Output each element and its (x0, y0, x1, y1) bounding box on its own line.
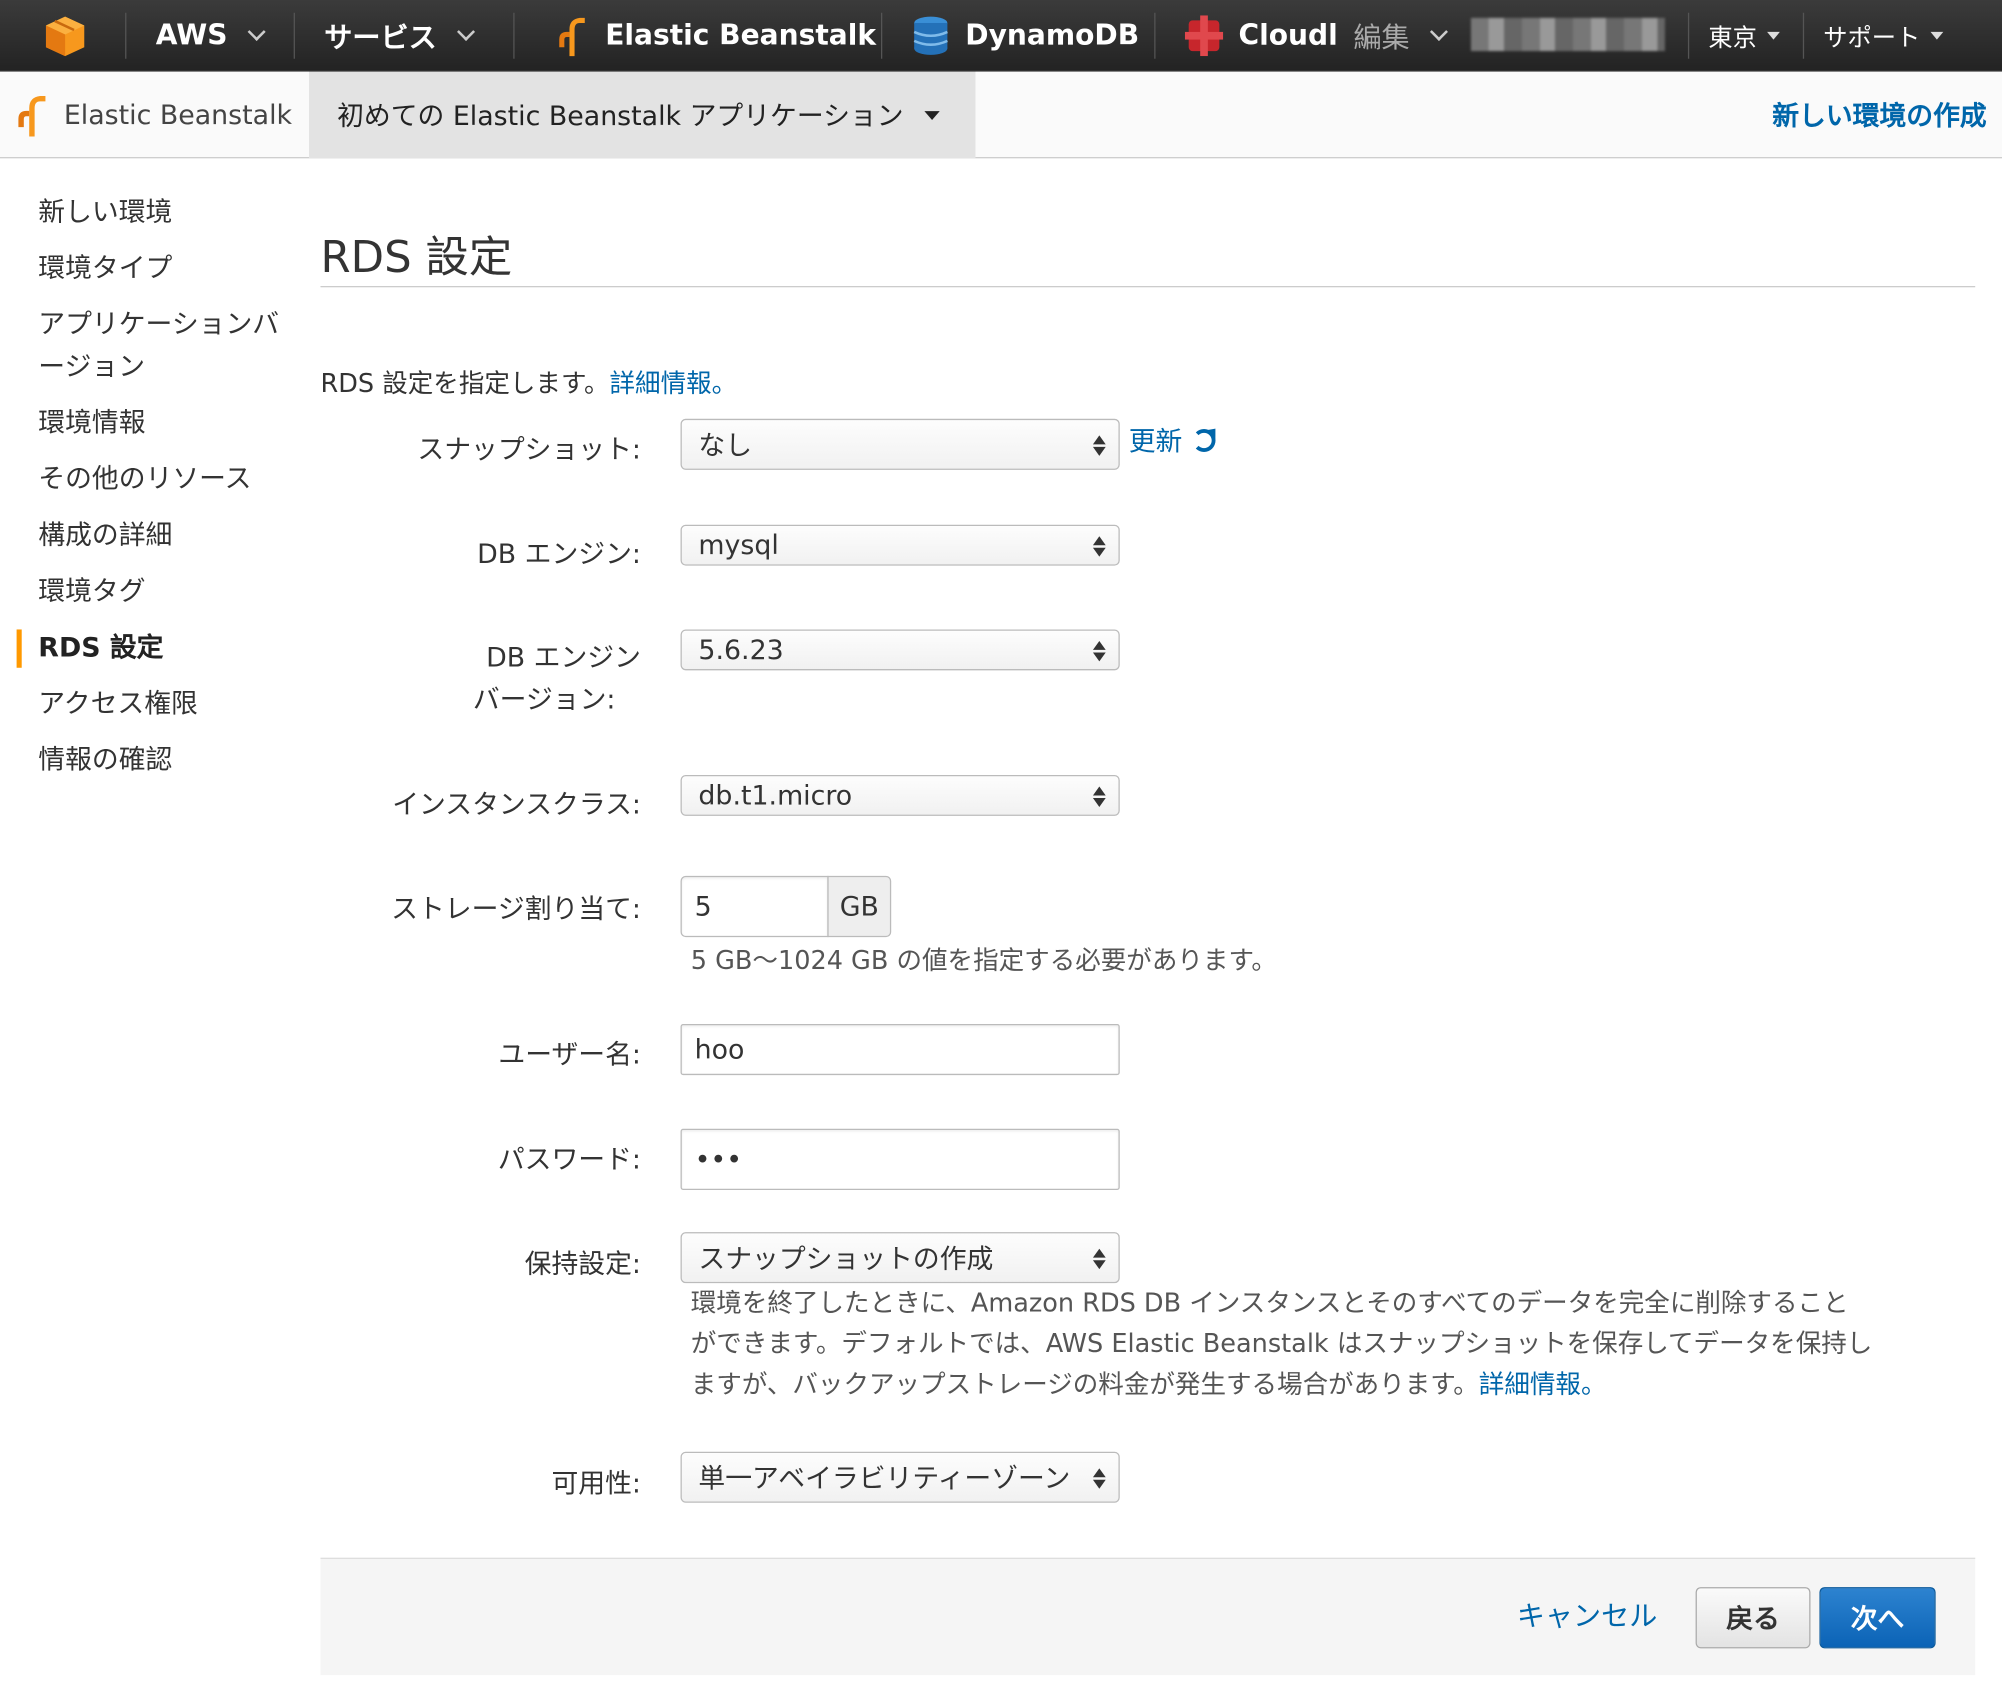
username-label: ユーザー名: (498, 1039, 641, 1070)
cancel-button[interactable]: キャンセル (1517, 1596, 1657, 1639)
snapshot-label: スナップショット: (417, 434, 641, 465)
storage-unit-addon: GB (827, 875, 892, 938)
chevron-down-icon (457, 22, 476, 41)
db-engine-select-value: mysql (698, 529, 779, 561)
select-arrows-icon (1092, 534, 1106, 560)
aws-menu[interactable]: AWS (155, 0, 266, 72)
account-name-redacted[interactable] (1470, 17, 1665, 52)
beanstalk-icon (559, 17, 585, 57)
cloudfront-shortcut-label: Cloudl (1238, 19, 1338, 52)
availability-select-value: 単一アベイラビリティーゾーン (698, 1463, 1071, 1494)
support-menu[interactable]: サポート (1823, 0, 1944, 72)
db-engine-version-label-line1: DB エンジン (486, 642, 641, 673)
db-engine-label: DB エンジン: (477, 538, 641, 570)
beanstalk-logo-icon (18, 95, 46, 137)
select-arrows-icon (1092, 433, 1106, 459)
retention-help-text: 環境を終了したときに、Amazon RDS DB インスタンスとそのすべてのデー… (691, 1282, 1981, 1405)
next-button[interactable]: 次へ (1819, 1587, 1936, 1649)
beanstalk-home-link[interactable]: Elastic Beanstalk (0, 72, 309, 159)
beanstalk-brand-label: Elastic Beanstalk (63, 99, 293, 131)
region-menu[interactable]: 東京 (1708, 0, 1780, 72)
snapshot-select-value: なし (698, 430, 753, 461)
db-engine-version-select-value: 5.6.23 (698, 634, 784, 666)
retention-label: 保持設定: (524, 1248, 641, 1280)
cloudfront-icon (1184, 15, 1224, 57)
sidebar-item-environment-type[interactable]: 環境タイプ (0, 248, 306, 290)
support-menu-label: サポート (1823, 23, 1921, 52)
storage-input[interactable]: 5 (680, 875, 829, 938)
instance-class-label: インスタンスクラス: (392, 789, 641, 820)
sidebar-item-rds-settings[interactable]: RDS 設定 (0, 627, 306, 669)
page: AWS サービス Elastic Beanstalk DynamoDB Clou… (0, 0, 2002, 1685)
top-navigation-bar: AWS サービス Elastic Beanstalk DynamoDB Clou… (0, 0, 2002, 72)
caret-down-icon (1767, 31, 1780, 40)
dynamodb-shortcut[interactable]: DynamoDB (912, 0, 1140, 72)
intro-text: RDS 設定を指定します。詳細情報。 (320, 363, 737, 400)
storage-label: ストレージ割り当て: (391, 893, 641, 925)
intro-description: RDS 設定を指定します。 (320, 367, 610, 399)
retention-help-line3-text: ますが、バックアップストレージの料金が発生する場合があります。 (690, 1368, 1479, 1400)
select-arrows-icon (1092, 784, 1106, 810)
sidebar-item-environment-info[interactable]: 環境情報 (0, 402, 306, 444)
retention-learn-more-link[interactable]: 詳細情報。 (1479, 1369, 1607, 1400)
aws-menu-label: AWS (155, 19, 228, 52)
wizard-steps-sidebar: 新しい環境 環境タイプ アプリケーションバ ージョン 環境情報 その他のリソース… (0, 192, 306, 796)
dynamodb-shortcut-label: DynamoDB (965, 19, 1140, 52)
edit-shortcuts-label: 編集 (1353, 22, 1410, 55)
sidebar-item-review[interactable]: 情報の確認 (0, 739, 306, 781)
sidebar-item-new-environment[interactable]: 新しい環境 (0, 192, 306, 234)
refresh-label: 更新 (1128, 426, 1183, 458)
region-menu-label: 東京 (1708, 23, 1757, 52)
refresh-icon (1192, 429, 1216, 452)
chevron-down-icon (247, 22, 266, 41)
dynamodb-icon (913, 16, 948, 55)
availability-select[interactable]: 単一アベイラビリティーゾーン (680, 1451, 1120, 1503)
caret-down-icon (1930, 31, 1944, 40)
services-menu[interactable]: サービス (324, 0, 476, 72)
application-selector-label: 初めての Elastic Beanstalk アプリケーション (337, 100, 904, 132)
sidebar-item-application-version[interactable]: アプリケーションバ ージョン (0, 304, 306, 388)
cloudfront-shortcut[interactable]: Cloudl (1184, 0, 1338, 72)
caret-down-icon (924, 110, 940, 120)
beanstalk-shortcut-label: Elastic Beanstalk (605, 19, 877, 52)
page-title: RDS 設定 (320, 232, 513, 284)
select-arrows-icon (1092, 638, 1106, 664)
sidebar-item-additional-resources[interactable]: その他のリソース (0, 458, 306, 500)
aws-home-link[interactable] (43, 0, 86, 72)
retention-help-line2: ができます。デフォルトでは、AWS Elastic Beanstalk はスナッ… (690, 1327, 1873, 1359)
instance-class-select[interactable]: db.t1.micro (680, 775, 1120, 816)
db-engine-select[interactable]: mysql (680, 524, 1120, 566)
retention-help-line1: 環境を終了したときに、Amazon RDS DB インスタンスとそのすべてのデー… (690, 1287, 1849, 1318)
chevron-down-icon (1429, 22, 1449, 41)
refresh-snapshots-button[interactable]: 更新 (1129, 421, 1216, 459)
snapshot-select[interactable]: なし (680, 418, 1120, 470)
retention-select-value: スナップショットの作成 (698, 1243, 994, 1275)
db-engine-version-label-line2: バージョン: (472, 684, 616, 716)
services-menu-label: サービス (324, 22, 437, 55)
select-arrows-icon (1092, 1466, 1106, 1492)
application-selector[interactable]: 初めての Elastic Beanstalk アプリケーション (308, 71, 976, 159)
password-input[interactable]: ••• (680, 1128, 1120, 1190)
beanstalk-shortcut[interactable]: Elastic Beanstalk (554, 0, 876, 72)
availability-label: 可用性: (551, 1468, 641, 1499)
learn-more-link[interactable]: 詳細情報。 (609, 368, 737, 399)
sidebar-item-environment-tags[interactable]: 環境タグ (0, 571, 306, 613)
instance-class-select-value: db.t1.micro (698, 780, 853, 811)
db-engine-version-select[interactable]: 5.6.23 (680, 629, 1120, 671)
select-arrows-icon (1092, 1246, 1106, 1272)
username-input[interactable]: hoo (680, 1023, 1120, 1076)
retention-help-line3: ますが、バックアップストレージの料金が発生する場合があります。詳細情報。 (691, 1364, 1981, 1405)
sidebar-item-configuration-details[interactable]: 構成の詳細 (0, 515, 306, 557)
create-new-environment-link[interactable]: 新しい環境の作成 (1772, 72, 1987, 159)
back-button[interactable]: 戻る (1695, 1587, 1811, 1649)
password-label: パスワード: (497, 1144, 641, 1175)
retention-select[interactable]: スナップショットの作成 (680, 1232, 1120, 1284)
title-divider (320, 286, 1976, 288)
sidebar-item-permissions[interactable]: アクセス権限 (0, 683, 306, 725)
edit-shortcuts-menu[interactable]: 編集 (1353, 0, 1449, 72)
service-header: Elastic Beanstalk 初めての Elastic Beanstalk… (0, 71, 2002, 159)
storage-help-text: 5 GB〜1024 GB の値を指定する必要があります。 (690, 944, 1277, 976)
aws-cube-icon (45, 16, 85, 57)
